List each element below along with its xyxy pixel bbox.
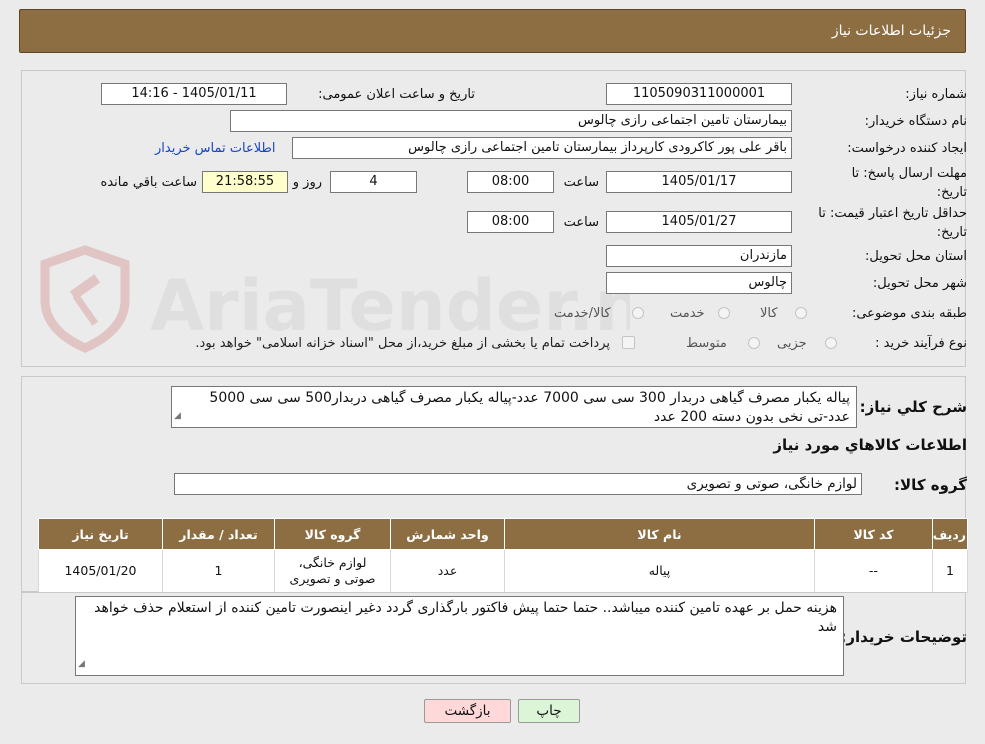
price-validity-label-date: تاریخ:	[936, 225, 967, 240]
buyer-contact-link[interactable]: اطلاعات تماس خریدار	[155, 141, 275, 156]
category-option-service: خدمت	[670, 306, 705, 321]
col-goods-name: نام کالا	[504, 518, 815, 550]
col-need-date: تاریخ نیاز	[38, 518, 163, 550]
delivery-city-label: شهر محل تحویل:	[872, 276, 967, 291]
treasury-payment-checkbox[interactable]	[622, 336, 635, 349]
goods-table-header: ردیف کد کالا نام کالا واحد شمارش گروه کا…	[38, 518, 968, 550]
remaining-time-label: ساعت باقي مانده	[100, 175, 197, 190]
process-option-medium: متوسط	[686, 336, 727, 351]
col-goods-group: گروه کالا	[274, 518, 391, 550]
cell-quantity: 1	[162, 549, 275, 593]
category-radio-service[interactable]	[718, 307, 730, 319]
request-creator-field: باقر علی پور کاکرودی کارپرداز بیمارستان …	[292, 137, 792, 159]
cell-need-date: 1405/01/20	[38, 549, 163, 593]
cell-goods-code: --	[814, 549, 933, 593]
request-creator-label: ایجاد کننده درخواست:	[847, 141, 967, 156]
cell-row-number: 1	[932, 549, 968, 593]
process-option-minor: جزیی	[777, 336, 807, 351]
need-summary-label: شرح کلي نیاز:	[859, 398, 967, 416]
purchase-process-label: نوع فرآیند خرید :	[875, 336, 967, 351]
col-goods-code: کد کالا	[814, 518, 933, 550]
page-title: جزئیات اطلاعات نیاز	[831, 23, 951, 39]
buyer-notes-label: توضیحات خریدار:	[840, 628, 967, 646]
category-label: طبقه بندی موضوعی:	[851, 306, 967, 321]
deadline-time-label: ساعت	[563, 175, 599, 190]
price-validity-label: حداقل تاریخ اعتبار قیمت: تا	[818, 206, 967, 221]
goods-table: ردیف کد کالا نام کالا واحد شمارش گروه کا…	[38, 518, 968, 593]
price-validity-time-field: 08:00	[467, 211, 554, 233]
buyer-notes-text: هزینه حمل بر عهده تامین کننده میباشد.. ح…	[94, 600, 837, 635]
page-header: جزئیات اطلاعات نیاز	[19, 9, 966, 53]
cell-unit: عدد	[390, 549, 505, 593]
need-number-label: شماره نیاز:	[905, 87, 967, 102]
announce-datetime-field: 1405/01/11 - 14:16	[101, 83, 287, 105]
deadline-time-field: 08:00	[467, 171, 554, 193]
price-validity-date-field: 1405/01/27	[606, 211, 792, 233]
process-radio-minor[interactable]	[825, 337, 837, 349]
print-button[interactable]: چاپ	[518, 699, 580, 723]
resize-grip-icon[interactable]: ◢	[174, 407, 181, 426]
need-summary-text: پیاله یکبار مصرف گیاهی دربدار 300 سی سی …	[209, 390, 850, 425]
cell-goods-name: پیاله	[504, 549, 815, 593]
need-number-field: 1105090311000001	[606, 83, 792, 105]
process-radio-medium[interactable]	[748, 337, 760, 349]
goods-group-field: لوازم خانگی، صوتی و تصویری	[174, 473, 862, 495]
resize-grip-icon[interactable]: ◢	[78, 655, 85, 674]
remaining-time-field: 21:58:55	[202, 171, 288, 193]
delivery-province-field: مازندران	[606, 245, 792, 267]
price-validity-time-label: ساعت	[563, 215, 599, 230]
goods-group-label: گروه کالا:	[894, 476, 967, 494]
buyer-org-label: نام دستگاه خریدار:	[864, 114, 967, 129]
category-radio-goods-service[interactable]	[632, 307, 644, 319]
col-row-number: ردیف	[932, 518, 968, 550]
category-option-goods: کالا	[760, 306, 778, 321]
need-summary-textarea[interactable]: پیاله یکبار مصرف گیاهی دربدار 300 سی سی …	[171, 386, 857, 428]
cell-goods-group: لوازم خانگی، صوتی و تصویری	[274, 549, 391, 593]
buyer-notes-textarea[interactable]: هزینه حمل بر عهده تامین کننده میباشد.. ح…	[75, 596, 844, 676]
delivery-city-field: چالوس	[606, 272, 792, 294]
treasury-payment-note: پرداخت تمام یا بخشی از مبلغ خرید،از محل …	[195, 336, 610, 351]
buyer-org-field: بیمارستان تامین اجتماعی رازی چالوس	[230, 110, 792, 132]
deadline-label: مهلت ارسال پاسخ: تا	[851, 166, 967, 181]
delivery-province-label: استان محل تحویل:	[865, 249, 967, 264]
category-radio-goods[interactable]	[795, 307, 807, 319]
category-option-goods-service: کالا/خدمت	[554, 306, 611, 321]
deadline-date-field: 1405/01/17	[606, 171, 792, 193]
table-row: 1 -- پیاله عدد لوازم خانگی، صوتی و تصویر…	[38, 549, 968, 593]
deadline-label-date: تاریخ:	[936, 185, 967, 200]
days-label: روز و	[292, 175, 322, 190]
days-remaining-field: 4	[330, 171, 417, 193]
back-button[interactable]: بازگشت	[424, 699, 511, 723]
goods-section-title: اطلاعات کالاهاي مورد نیاز	[773, 436, 967, 454]
col-unit: واحد شمارش	[390, 518, 505, 550]
col-quantity: تعداد / مقدار	[162, 518, 275, 550]
announce-datetime-label: تاریخ و ساعت اعلان عمومی:	[318, 87, 475, 102]
